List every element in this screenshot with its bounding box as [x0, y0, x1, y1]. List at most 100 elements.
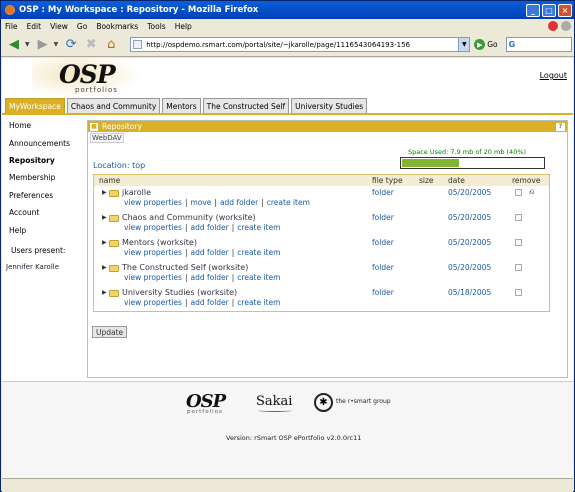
menu-go[interactable]: Go [77, 22, 87, 31]
space-used-text: Space Used: 7.9 mb of 20 mb (40%) [408, 148, 527, 156]
date: 05/20/2005 [448, 188, 492, 197]
folder-name[interactable]: The Constructed Self (worksite) [122, 263, 248, 272]
nav-repository[interactable]: Repository [2, 152, 84, 169]
folder-name[interactable]: jkarolle [122, 188, 151, 197]
present-user: Jennifer Karolle [6, 262, 60, 271]
reload-icon[interactable]: ⟳ [62, 36, 80, 54]
webdav-link[interactable]: WebDAV [90, 133, 124, 143]
table-row: ▶ jkarolle view properties | move | add fold… [94, 186, 549, 211]
menu-file[interactable]: File [5, 22, 18, 31]
forward-icon[interactable]: ▶ [34, 36, 52, 54]
expand-icon[interactable]: ▶ [102, 239, 107, 246]
tab-university-studies[interactable]: University Studies [291, 98, 368, 113]
create-item-link[interactable]: create item [267, 198, 310, 207]
table-header: name file type size date remove [94, 175, 549, 186]
table-row: ▶ Chaos and Community (worksite) view pr… [94, 211, 549, 236]
rsmart-logo-icon[interactable]: ✱ [314, 393, 333, 412]
back-icon[interactable]: ◀ [5, 36, 23, 54]
menu-edit[interactable]: Edit [27, 22, 42, 31]
nav-home[interactable]: Home [2, 117, 84, 134]
url-dropdown-icon[interactable]: ▼ [458, 38, 470, 51]
tab-myworkspace[interactable]: MyWorkspace [5, 98, 65, 113]
nav-announcements[interactable]: Announcements [2, 134, 84, 151]
remove-checkbox[interactable] [515, 189, 522, 196]
remove-checkbox[interactable] [515, 239, 522, 246]
minimize-button[interactable]: _ [526, 3, 540, 17]
search-box[interactable]: G [505, 37, 572, 52]
view-properties-link[interactable]: view properties [124, 223, 182, 232]
forward-dropdown-icon[interactable]: ▼ [54, 41, 59, 48]
trash-icon[interactable]: ⎌ [529, 188, 535, 197]
add-folder-link[interactable]: add folder [220, 198, 258, 207]
tool-header: ■ Repository ? [88, 121, 567, 132]
view-properties-link[interactable]: view properties [124, 273, 182, 282]
nav-help[interactable]: Help [2, 221, 84, 238]
url-text[interactable]: http://ospdemo.rsmart.com/portal/site/~j… [146, 41, 458, 49]
menu-tools[interactable]: Tools [147, 22, 165, 31]
create-item-link[interactable]: create item [237, 223, 280, 232]
expand-icon[interactable]: ▶ [102, 214, 107, 221]
stop-indicator-icon [548, 21, 558, 31]
tab-constructed-self[interactable]: The Constructed Self [202, 98, 290, 113]
remove-checkbox[interactable] [515, 264, 522, 271]
col-size[interactable]: size [419, 176, 434, 185]
view-properties-link[interactable]: view properties [124, 198, 182, 207]
nav-membership[interactable]: Membership [2, 169, 84, 186]
view-properties-link[interactable]: view properties [124, 298, 182, 307]
stop-icon[interactable]: ✖ [82, 36, 100, 54]
add-folder-link[interactable]: add folder [190, 298, 228, 307]
remove-checkbox[interactable] [515, 214, 522, 221]
folder-name[interactable]: Mentors (worksite) [122, 238, 197, 247]
location-label: Location: [93, 161, 130, 170]
add-folder-link[interactable]: add folder [190, 223, 228, 232]
remove-checkbox[interactable] [515, 289, 522, 296]
tab-mentors[interactable]: Mentors [162, 98, 201, 113]
col-file-type[interactable]: file type [372, 176, 403, 185]
help-icon[interactable]: ? [556, 122, 565, 131]
file-type: folder [372, 188, 394, 197]
create-item-link[interactable]: create item [237, 248, 280, 257]
portal-header: OSP portfolios Logout [2, 58, 573, 98]
expand-icon[interactable]: ▶ [102, 289, 107, 296]
footer-sakai-logo[interactable]: Sakai [256, 394, 292, 409]
back-dropdown-icon[interactable]: ▼ [25, 41, 30, 48]
page-icon [133, 40, 143, 49]
date: 05/18/2005 [448, 288, 492, 297]
menu-bookmarks[interactable]: Bookmarks [96, 22, 138, 31]
col-date[interactable]: date [448, 176, 465, 185]
add-folder-link[interactable]: add folder [190, 273, 228, 282]
create-item-link[interactable]: create item [237, 273, 280, 282]
tab-chaos-and-community[interactable]: Chaos and Community [66, 98, 161, 113]
move-link[interactable]: move [190, 198, 211, 207]
row-actions: view properties | move | add folder | create i… [124, 198, 310, 207]
footer-rsmart-text[interactable]: the r•smart group [336, 398, 391, 405]
expand-icon[interactable]: ▶ [102, 264, 107, 271]
date: 05/20/2005 [448, 213, 492, 222]
close-button[interactable]: × [558, 3, 572, 17]
logout-link[interactable]: Logout [540, 71, 567, 80]
folder-icon [109, 215, 119, 222]
menu-help[interactable]: Help [175, 22, 192, 31]
col-name[interactable]: name [99, 176, 120, 185]
expand-icon[interactable]: ▶ [102, 189, 107, 196]
home-icon[interactable]: ⌂ [102, 36, 120, 54]
create-item-link[interactable]: create item [237, 298, 280, 307]
url-bar[interactable]: http://ospdemo.rsmart.com/portal/site/~j… [130, 37, 471, 52]
nav-preferences[interactable]: Preferences [2, 187, 84, 204]
maximize-button[interactable]: □ [542, 3, 556, 17]
folder-name[interactable]: Chaos and Community (worksite) [122, 213, 256, 222]
table-row: ▶ The Constructed Self (worksite) view p… [94, 261, 549, 286]
update-button[interactable]: Update [92, 326, 128, 338]
location-top-link[interactable]: top [132, 161, 145, 170]
go-button[interactable]: ▶ Go [474, 39, 498, 50]
navigation-toolbar: ◀ ▼ ▶ ▼ ⟳ ✖ ⌂ http://ospdemo.rsmart.com/… [1, 33, 574, 57]
view-properties-link[interactable]: view properties [124, 248, 182, 257]
add-folder-link[interactable]: add folder [190, 248, 228, 257]
folder-name[interactable]: University Studies (worksite) [122, 288, 237, 297]
page-content: OSP portfolios Logout MyWorkspace Chaos … [2, 58, 573, 491]
space-used-fill [402, 159, 460, 167]
footer: OSP portfolios Sakai ✱ the r•smart group… [2, 381, 573, 491]
nav-account[interactable]: Account [2, 204, 84, 221]
menu-bar: File Edit View Go Bookmarks Tools Help [1, 19, 574, 33]
menu-view[interactable]: View [50, 22, 68, 31]
